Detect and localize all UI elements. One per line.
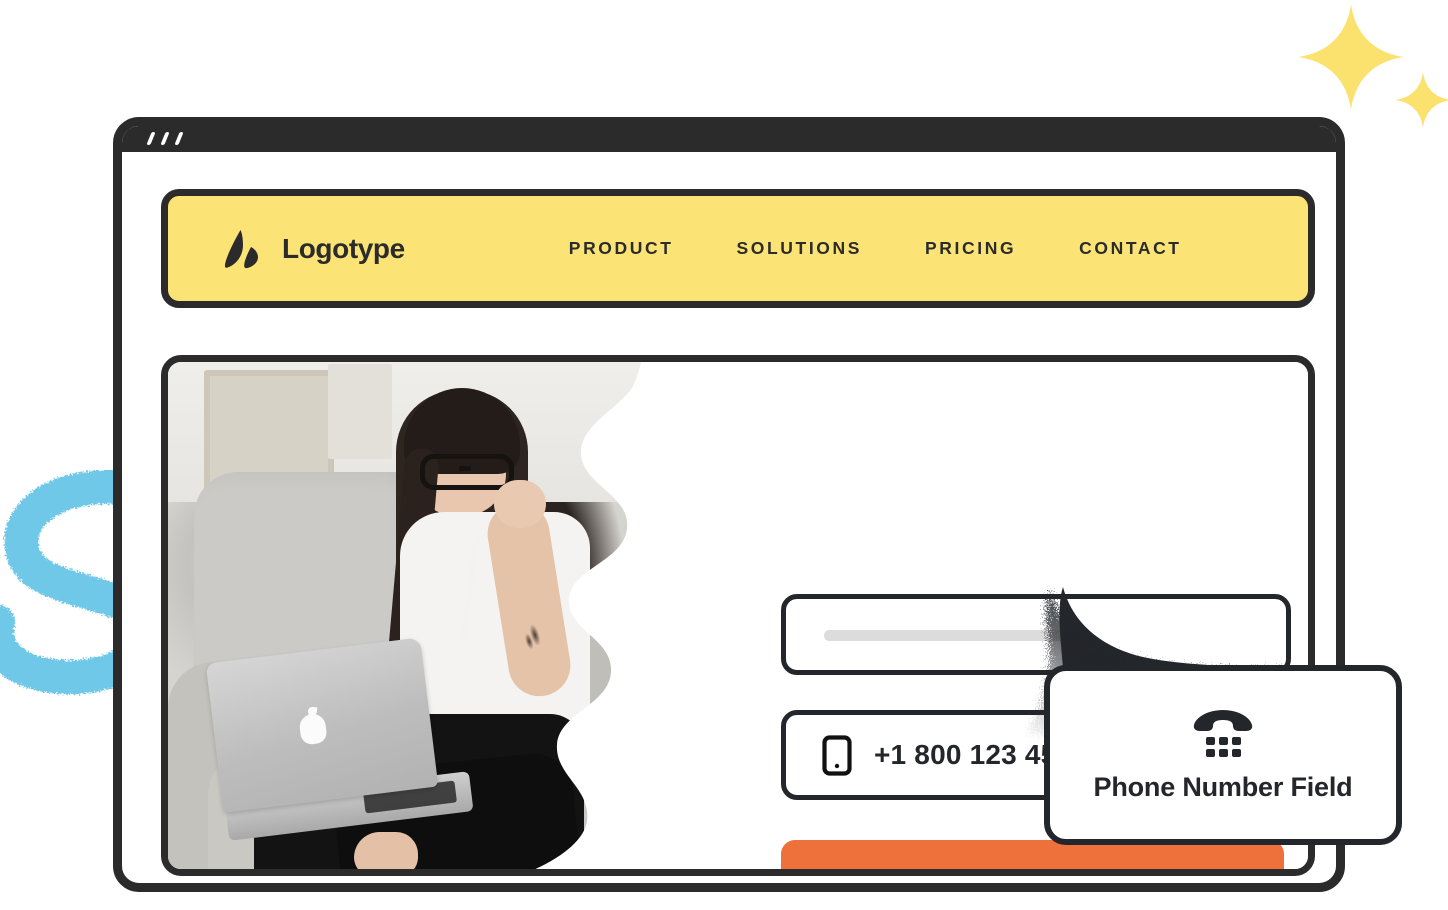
sparkle-icon-small <box>1395 72 1448 128</box>
photo-glasses <box>420 454 514 490</box>
sparkle-icon-large <box>1298 4 1404 110</box>
window-controls <box>146 132 184 145</box>
nav-link-product[interactable]: PRODUCT <box>569 238 674 259</box>
brand[interactable]: Logotype <box>220 227 405 271</box>
photo-picture-frame-2 <box>328 364 392 459</box>
tooltip-label: Phone Number Field <box>1093 771 1353 802</box>
dial-pad-phone-icon <box>1192 708 1254 758</box>
text-input-field[interactable] <box>781 594 1291 675</box>
mobile-phone-icon <box>822 734 852 776</box>
photo-wavy-edge-mask <box>531 362 648 869</box>
primary-nav: PRODUCT SOLUTIONS PRICING CONTACT <box>569 238 1182 259</box>
nav-link-solutions[interactable]: SOLUTIONS <box>737 238 863 259</box>
mockup-stage: Logotype PRODUCT SOLUTIONS PRICING CONTA… <box>0 0 1448 910</box>
phone-number-field-tooltip: Phone Number Field <box>1044 665 1402 845</box>
window-dot-1[interactable] <box>146 132 156 145</box>
photo-foot <box>354 832 418 869</box>
text-input-placeholder-bar <box>824 630 1067 641</box>
nav-link-pricing[interactable]: PRICING <box>925 238 1016 259</box>
brand-name: Logotype <box>282 232 405 264</box>
nav-link-contact[interactable]: CONTACT <box>1079 238 1181 259</box>
submit-button[interactable] <box>781 840 1284 869</box>
hero-photo <box>168 362 648 869</box>
window-dot-3[interactable] <box>174 132 184 145</box>
site-navbar: Logotype PRODUCT SOLUTIONS PRICING CONTA… <box>161 189 1315 308</box>
atlassian-style-logo-icon <box>220 227 264 271</box>
window-dot-2[interactable] <box>160 132 170 145</box>
browser-titlebar <box>122 126 1336 152</box>
